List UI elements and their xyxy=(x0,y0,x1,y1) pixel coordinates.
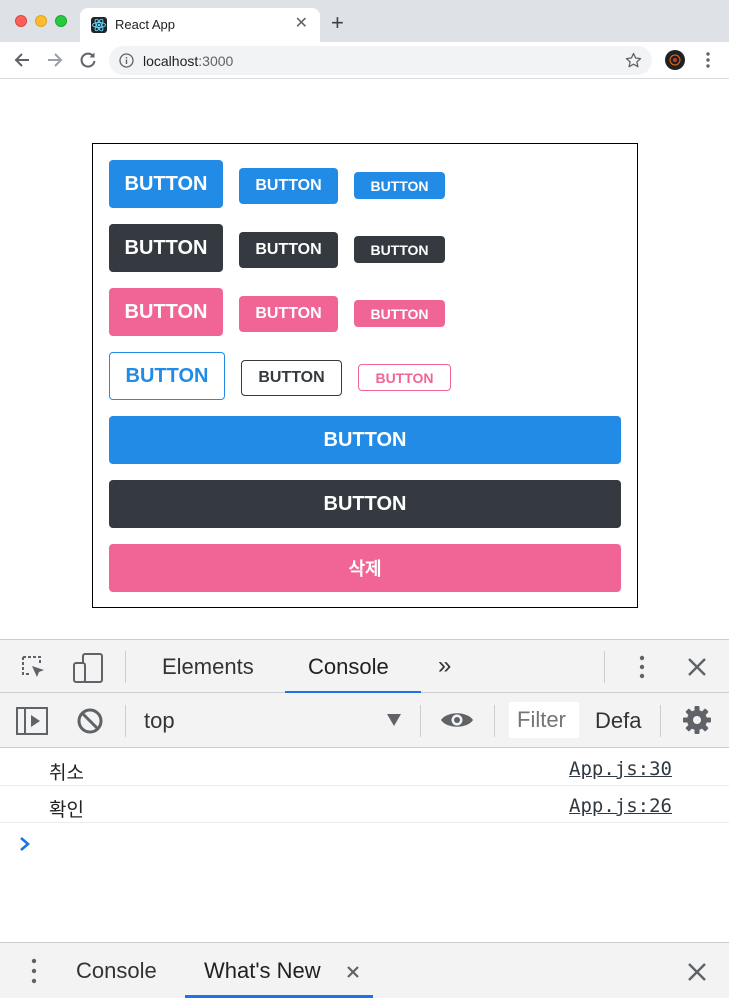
blue-small-button[interactable]: BUTTON xyxy=(354,172,445,199)
browser-tab-active[interactable]: React App ✕ xyxy=(80,8,320,42)
close-devtools-icon[interactable] xyxy=(686,656,708,678)
gray-medium-button[interactable]: BUTTON xyxy=(239,232,338,268)
device-toolbar-icon[interactable] xyxy=(72,652,104,684)
pink-outline-small-button[interactable]: BUTTON xyxy=(358,364,451,391)
minimize-window-button[interactable] xyxy=(35,15,47,27)
console-message: 확인 xyxy=(49,799,84,821)
console-filter-bar: top Defa xyxy=(0,693,729,748)
bookmark-star-icon[interactable] xyxy=(625,52,642,69)
console-message: 취소 xyxy=(49,762,84,784)
separator xyxy=(660,705,661,737)
console-prompt-chevron-icon[interactable] xyxy=(18,835,32,853)
reload-icon[interactable] xyxy=(77,49,99,71)
separator xyxy=(604,651,605,683)
blue-outline-large-button[interactable]: BUTTON xyxy=(109,352,225,400)
gray-fullwidth-button[interactable]: BUTTON xyxy=(109,480,621,528)
button-showcase-container: BUTTON BUTTON BUTTON BUTTON BUTTON BUTTO… xyxy=(92,143,638,608)
page-viewport: BUTTON BUTTON BUTTON BUTTON BUTTON BUTTO… xyxy=(0,79,729,639)
drawer-tab-whats-new[interactable]: What's New xyxy=(204,958,321,984)
tab-title: React App xyxy=(115,17,175,32)
browser-toolbar: localhost:3000 xyxy=(0,42,729,79)
pink-medium-button[interactable]: BUTTON xyxy=(239,296,338,332)
live-expression-eye-icon[interactable] xyxy=(439,709,475,731)
console-filter-input[interactable] xyxy=(509,702,579,738)
blue-medium-button[interactable]: BUTTON xyxy=(239,168,338,204)
tab-console[interactable]: Console xyxy=(308,654,389,680)
console-log-row: 취소 App.js:30 xyxy=(0,750,729,786)
console-source-link[interactable]: App.js:30 xyxy=(569,758,672,780)
more-tabs-chevron-icon[interactable]: » xyxy=(438,652,451,680)
site-info-icon[interactable] xyxy=(119,53,134,68)
forward-icon[interactable] xyxy=(44,49,66,71)
customize-devtools-icon[interactable] xyxy=(635,653,649,681)
separator xyxy=(494,705,495,737)
show-sidebar-icon[interactable] xyxy=(16,707,48,735)
separator xyxy=(125,705,126,737)
separator xyxy=(420,705,421,737)
close-tab-icon[interactable]: ✕ xyxy=(295,14,308,34)
new-tab-icon[interactable]: + xyxy=(331,10,344,36)
dropdown-arrow-icon[interactable] xyxy=(386,713,402,727)
back-icon[interactable] xyxy=(11,49,33,71)
tab-elements[interactable]: Elements xyxy=(162,654,254,680)
gray-outline-medium-button[interactable]: BUTTON xyxy=(241,360,342,396)
log-levels-selector[interactable]: Defa xyxy=(595,708,641,734)
console-log-row: 확인 App.js:26 xyxy=(0,787,729,823)
inspect-element-icon[interactable] xyxy=(20,654,48,682)
clear-console-icon[interactable] xyxy=(76,707,104,735)
console-source-link[interactable]: App.js:26 xyxy=(569,795,672,817)
blue-fullwidth-button[interactable]: BUTTON xyxy=(109,416,621,464)
close-drawer-icon[interactable] xyxy=(686,961,708,983)
address-bar[interactable]: localhost:3000 xyxy=(109,46,652,75)
url-text: localhost:3000 xyxy=(143,53,234,69)
close-drawer-tab-icon[interactable] xyxy=(346,965,360,979)
more-menu-icon[interactable] xyxy=(701,50,715,70)
blue-large-button[interactable]: BUTTON xyxy=(109,160,223,208)
react-logo-icon xyxy=(91,17,107,33)
pink-large-button[interactable]: BUTTON xyxy=(109,288,223,336)
pink-small-button[interactable]: BUTTON xyxy=(354,300,445,327)
devtools-tabbar: Elements Console » xyxy=(0,639,729,694)
drawer-menu-icon[interactable] xyxy=(27,956,41,986)
devtools-drawer-tabbar: Console What's New xyxy=(0,942,729,998)
gray-small-button[interactable]: BUTTON xyxy=(354,236,445,263)
extension-icon[interactable] xyxy=(665,50,685,70)
delete-button[interactable]: 삭제 xyxy=(109,544,621,592)
maximize-window-button[interactable] xyxy=(55,15,67,27)
gray-large-button[interactable]: BUTTON xyxy=(109,224,223,272)
close-window-button[interactable] xyxy=(15,15,27,27)
context-selector[interactable]: top xyxy=(144,708,175,734)
console-settings-gear-icon[interactable] xyxy=(682,705,712,735)
browser-tabstrip: React App ✕ + xyxy=(0,0,729,42)
separator xyxy=(125,651,126,683)
drawer-tab-console[interactable]: Console xyxy=(76,958,157,984)
devtools-panel: Elements Console » top Filter Defa 취소 Ap… xyxy=(0,639,729,998)
